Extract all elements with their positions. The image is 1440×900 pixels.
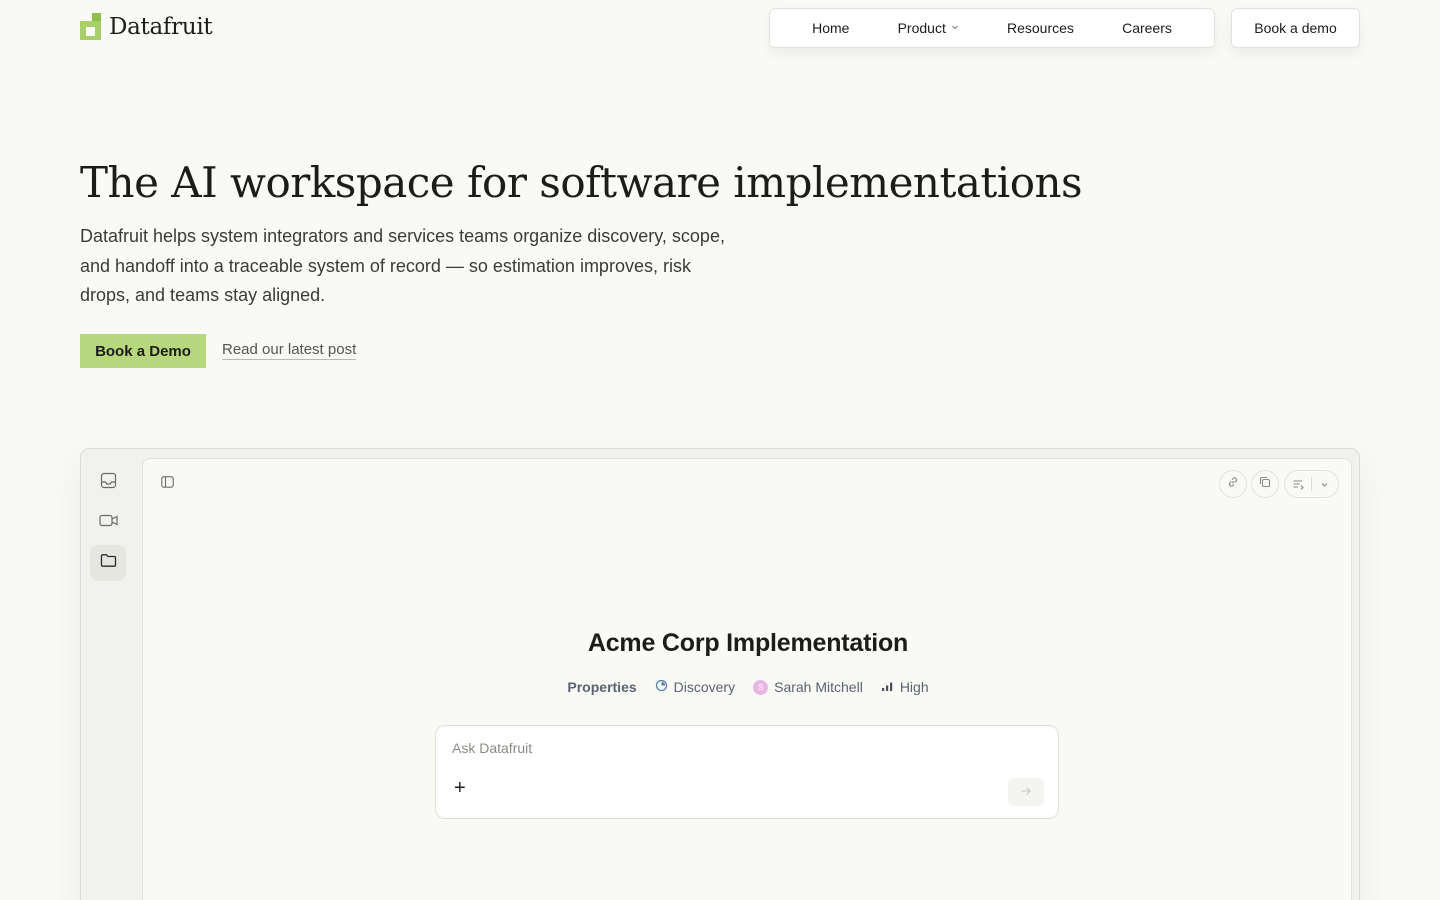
owner-property[interactable]: S Sarah Mitchell	[753, 679, 863, 695]
logo-mark-icon	[80, 13, 101, 40]
hero-title: The AI workspace for software implementa…	[80, 158, 1083, 207]
sidebar-toggle-icon[interactable]	[161, 475, 177, 491]
inbox-icon	[100, 472, 117, 494]
status-property[interactable]: Discovery	[655, 679, 735, 695]
copy-icon	[1259, 475, 1271, 493]
priority-bars-icon	[881, 679, 894, 695]
book-demo-button[interactable]: Book a Demo	[80, 334, 206, 368]
nav-product-label: Product	[897, 20, 946, 36]
project-title: Acme Corp Implementation	[587, 629, 909, 657]
video-icon	[98, 513, 118, 533]
view-options-split-button[interactable]	[1284, 470, 1339, 498]
arrow-right-icon	[1020, 783, 1032, 801]
nav-resources[interactable]: Resources	[1007, 20, 1074, 36]
main-nav: Home Product Resources Careers	[769, 8, 1215, 48]
nav-careers-label: Careers	[1122, 20, 1172, 36]
app-preview: Acme Corp Implementation Properties Disc…	[80, 448, 1360, 900]
sidebar-item-folder[interactable]	[90, 545, 126, 581]
brand-logo[interactable]: Datafruit	[80, 13, 213, 40]
project-properties: Properties Discovery S Sarah Mitchell Hi…	[143, 679, 1353, 695]
hero-subtitle: Datafruit helps system integrators and s…	[80, 226, 725, 305]
link-icon	[1227, 475, 1239, 493]
folder-icon	[100, 553, 117, 573]
priority-value: High	[899, 679, 929, 695]
duplicate-button[interactable]	[1251, 470, 1279, 498]
brand-name: Datafruit	[109, 13, 213, 40]
status-progress-icon	[655, 679, 668, 695]
sidebar-item-inbox[interactable]	[90, 465, 126, 501]
book-demo-header-button[interactable]: Book a demo	[1231, 8, 1360, 48]
nav-product[interactable]: Product	[898, 20, 959, 36]
status-value: Discovery	[673, 679, 736, 695]
add-attachment-button[interactable]: +	[454, 778, 466, 798]
ask-box: +	[435, 725, 1059, 819]
avatar: S	[753, 679, 769, 695]
latest-post-link[interactable]: Read our latest post	[222, 341, 357, 360]
nav-home[interactable]: Home	[812, 20, 849, 36]
priority-property[interactable]: High	[881, 679, 929, 695]
properties-label[interactable]: Properties	[567, 679, 636, 695]
send-button[interactable]	[1008, 778, 1044, 806]
list-filter-icon[interactable]	[1285, 471, 1311, 497]
nav-resources-label: Resources	[1007, 20, 1074, 36]
chevron-down-icon	[951, 23, 959, 33]
workspace-canvas: Acme Corp Implementation Properties Disc…	[142, 458, 1352, 900]
nav-home-label: Home	[812, 20, 850, 36]
nav-careers[interactable]: Careers	[1122, 20, 1172, 36]
ask-input[interactable]	[452, 740, 1032, 756]
copy-link-button[interactable]	[1219, 470, 1247, 498]
owner-value: Sarah Mitchell	[774, 679, 863, 695]
chevron-down-icon[interactable]	[1312, 471, 1338, 497]
sidebar-item-video[interactable]	[90, 505, 126, 541]
